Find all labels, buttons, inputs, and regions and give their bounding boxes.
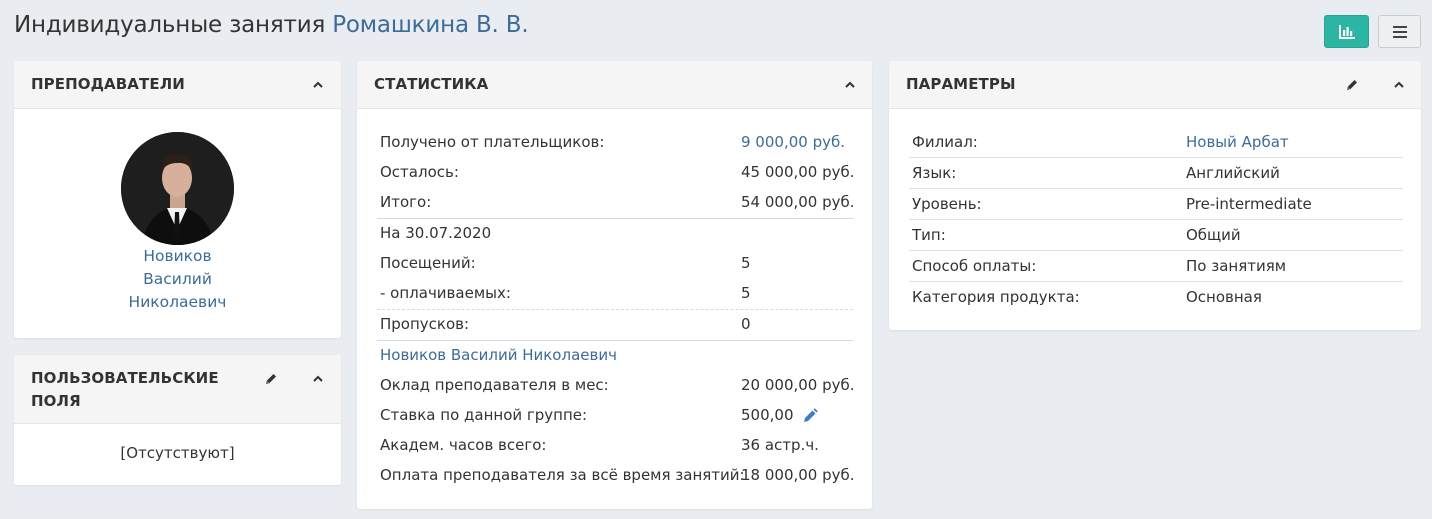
parameters-panel-title: ПАРАМЕТРЫ [906, 75, 1016, 93]
param-value: Общий [1186, 226, 1241, 244]
stat-row-visits: Посещений: 5 [380, 249, 853, 279]
page-title: Индивидуальные занятия Ромашкина В. В. [14, 12, 529, 38]
salary-value: 20 000,00 руб. [741, 376, 855, 394]
student-name-link[interactable]: Ромашкина В. В. [332, 12, 528, 38]
custom-fields-panel-title: ПОЛЬЗОВАТЕЛЬСКИЕ ПОЛЯ [31, 367, 231, 413]
param-row-language: Язык: Английский [909, 158, 1403, 189]
custom-fields-title-line1: ПОЛЬЗОВАТЕЛЬСКИЕ [31, 369, 219, 387]
stat-row-rate: Ставка по данной группе: 500,00 [380, 401, 853, 431]
teacher-pay-value: 18 000,00 руб. [741, 466, 855, 484]
parameters-panel: ПАРАМЕТРЫ Филиал: Новый Арбат Язык: Англ… [889, 61, 1421, 330]
paid-value: 5 [741, 284, 751, 302]
chevron-up-icon[interactable] [844, 80, 856, 90]
remaining-value: 45 000,00 руб. [741, 163, 855, 181]
teachers-panel-header: ПРЕПОДАВАТЕЛИ [14, 61, 341, 109]
teacher-name-link[interactable]: Новиков Василий Николаевич [380, 346, 617, 364]
hours-label: Академ. часов всего: [380, 436, 547, 454]
teacher-first-name[interactable]: Василий [14, 268, 341, 291]
stat-row-received: Получено от плательщиков: 9 000,00 руб. [380, 128, 853, 158]
total-value: 54 000,00 руб. [741, 193, 855, 211]
param-label: Филиал: [912, 133, 978, 151]
stat-row-teacher: Новиков Василий Николаевич [380, 341, 853, 371]
paid-label: - оплачиваемых: [380, 284, 511, 302]
param-label: Язык: [912, 164, 957, 182]
rate-label: Ставка по данной группе: [380, 406, 588, 424]
custom-fields-panel: ПОЛЬЗОВАТЕЛЬСКИЕ ПОЛЯ [Отсутствуют] [14, 355, 341, 485]
stat-row-as-of: На 30.07.2020 [380, 219, 853, 249]
chevron-up-icon[interactable] [312, 374, 324, 384]
edit-rate-pencil-icon[interactable] [802, 408, 818, 424]
hours-value: 36 астр.ч. [741, 436, 819, 454]
param-row-level: Уровень: Pre-intermediate [909, 189, 1403, 220]
absences-label: Пропусков: [380, 315, 470, 333]
as-of-date-label: На 30.07.2020 [380, 224, 492, 242]
visits-label: Посещений: [380, 254, 476, 272]
salary-label: Оклад преподавателя в мес: [380, 376, 609, 394]
statistics-panel-header: СТАТИСТИКА [357, 61, 872, 109]
teachers-panel-title: ПРЕПОДАВАТЕЛИ [31, 75, 185, 93]
hamburger-menu-icon [1392, 25, 1407, 38]
teacher-photo [121, 132, 234, 245]
custom-fields-title-line2: ПОЛЯ [31, 392, 81, 410]
statistics-button[interactable] [1324, 15, 1369, 48]
absences-value: 0 [741, 315, 751, 333]
statistics-panel: СТАТИСТИКА Получено от плательщиков: 9 0… [357, 61, 872, 509]
stat-row-remaining: Осталось: 45 000,00 руб. [380, 158, 855, 188]
param-value: По занятиям [1186, 257, 1287, 275]
stat-row-paid: - оплачиваемых: 5 [380, 279, 853, 309]
visits-value: 5 [741, 254, 751, 272]
stat-row-teacher-pay: Оплата преподавателя за всё время заняти… [380, 461, 855, 491]
chevron-up-icon[interactable] [1393, 80, 1405, 90]
stat-row-hours: Академ. часов всего: 36 астр.ч. [380, 431, 853, 461]
branch-link[interactable]: Новый Арбат [1186, 133, 1289, 151]
rate-value: 500,00 [741, 406, 794, 424]
stat-row-total: Итого: 54 000,00 руб. [380, 188, 855, 218]
chevron-up-icon[interactable] [312, 80, 324, 90]
param-row-branch: Филиал: Новый Арбат [909, 127, 1403, 158]
teacher-avatar[interactable] [121, 132, 234, 245]
param-value: Основная [1186, 288, 1262, 306]
custom-fields-empty-text: [Отсутствуют] [120, 444, 235, 462]
param-label: Способ оплаты: [912, 257, 1037, 275]
teacher-last-name[interactable]: Новиков [14, 245, 341, 268]
param-value: Английский [1186, 164, 1280, 182]
param-value: Pre-intermediate [1186, 195, 1312, 213]
received-value-link[interactable]: 9 000,00 руб. [741, 133, 845, 151]
param-label: Тип: [912, 226, 946, 244]
stat-row-absences: Пропусков: 0 [380, 310, 853, 340]
statistics-panel-title: СТАТИСТИКА [374, 75, 489, 93]
teacher-pay-label: Оплата преподавателя за всё время заняти… [380, 466, 745, 484]
teacher-patronymic[interactable]: Николаевич [14, 291, 341, 314]
param-row-type: Тип: Общий [909, 220, 1403, 251]
pencil-icon[interactable] [264, 372, 278, 386]
menu-button[interactable] [1378, 15, 1421, 48]
param-row-product-category: Категория продукта: Основная [909, 282, 1403, 313]
param-row-payment-method: Способ оплаты: По занятиям [909, 251, 1403, 282]
remaining-label: Осталось: [380, 163, 459, 181]
bar-chart-icon [1338, 24, 1355, 39]
total-label: Итого: [380, 193, 432, 211]
page-title-text: Индивидуальные занятия [14, 12, 326, 38]
received-label: Получено от плательщиков: [380, 133, 605, 151]
parameters-panel-header: ПАРАМЕТРЫ [889, 61, 1421, 109]
param-label: Категория продукта: [912, 288, 1080, 306]
pencil-icon[interactable] [1345, 78, 1359, 92]
teachers-panel: ПРЕПОДАВАТЕЛИ Новиков Василий Николаевич [14, 61, 341, 338]
stat-row-salary: Оклад преподавателя в мес: 20 000,00 руб… [380, 371, 855, 401]
custom-fields-panel-header: ПОЛЬЗОВАТЕЛЬСКИЕ ПОЛЯ [14, 355, 341, 424]
param-label: Уровень: [912, 195, 982, 213]
